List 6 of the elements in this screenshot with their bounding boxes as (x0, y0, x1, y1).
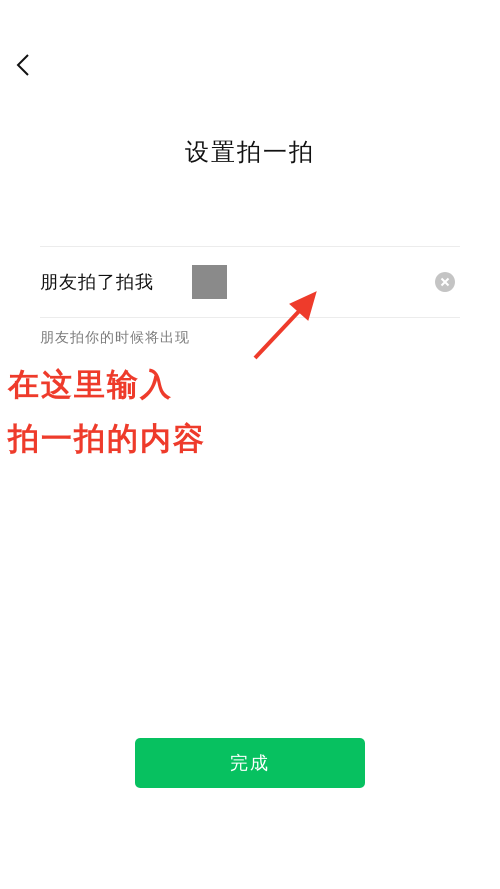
hint-text: 朋友拍你的时候将出现 (40, 329, 190, 347)
back-icon[interactable] (15, 53, 31, 77)
input-field[interactable]: 朋友拍了拍我 (40, 246, 460, 318)
annotation-text: 在这里输入 (8, 366, 173, 405)
annotation-text: 拍一拍的内容 (8, 420, 206, 460)
page-title: 设置拍一拍 (185, 137, 315, 168)
